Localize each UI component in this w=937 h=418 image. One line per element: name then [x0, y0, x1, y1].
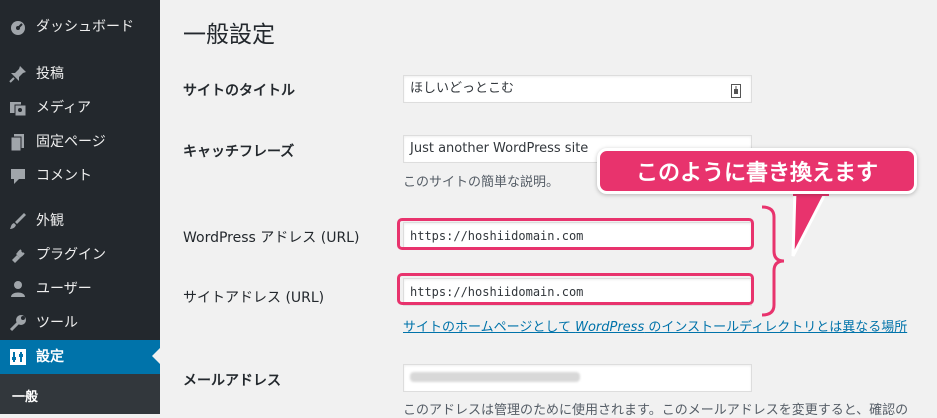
submenu-item-general[interactable]: 一般	[12, 386, 38, 405]
menu-label: コメント	[36, 168, 92, 184]
site-title-label: サイトのタイトル	[183, 83, 295, 99]
callout-tail	[791, 190, 829, 257]
comment-icon	[9, 167, 27, 185]
menu-label: プラグイン	[36, 247, 106, 263]
site-address-help-link[interactable]: サイトのホームページとして WordPress のインストールディレクトリとは異…	[403, 316, 907, 335]
dashboard-icon	[9, 18, 27, 36]
menu-settings[interactable]: 設定	[0, 340, 160, 374]
menu-label: メディア	[36, 100, 92, 116]
menu-label: ユーザー	[36, 281, 92, 297]
menu-label: 外観	[36, 213, 64, 229]
menu-appearance[interactable]: 外観	[0, 204, 160, 238]
wp-address-highlight	[397, 218, 754, 250]
wp-address-label: WordPress アドレス (URL)	[183, 230, 360, 246]
site-address-label: サイトアドレス (URL)	[183, 290, 325, 306]
menu-label: 投稿	[36, 66, 64, 82]
current-menu-arrow	[152, 348, 160, 364]
site-title-input[interactable]: ほしいどっとこむ	[403, 75, 752, 103]
link-text: サイトのホームページとして	[403, 320, 576, 335]
callout-text: このように書き換えます	[635, 161, 878, 186]
email-description: このアドレスは管理のために使用されます。このメールアドレスを変更すると、確認の	[403, 403, 909, 418]
pin-icon	[9, 65, 27, 83]
settings-icon	[9, 348, 27, 366]
link-text-wp: WordPress	[575, 320, 645, 335]
tagline-description: このサイトの簡単な説明。	[403, 175, 560, 190]
autofill-icon	[731, 82, 741, 102]
appearance-icon	[9, 212, 27, 230]
menu-plugins[interactable]: プラグイン	[0, 238, 160, 272]
site-address-highlight	[397, 273, 754, 305]
email-value-blurred	[410, 372, 580, 382]
menu-label: ダッシュボード	[36, 19, 134, 35]
page-icon	[9, 133, 27, 151]
page-title: 一般設定	[183, 22, 275, 48]
tagline-label: キャッチフレーズ	[183, 144, 295, 160]
menu-posts[interactable]: 投稿	[0, 57, 160, 91]
wrench-icon	[9, 314, 27, 332]
menu-pages[interactable]: 固定ページ	[0, 125, 160, 159]
settings-submenu: 一般	[0, 374, 160, 414]
menu-label: ツール	[36, 315, 78, 331]
plugin-icon	[9, 246, 27, 264]
callout-bubble: このように書き換えます	[597, 148, 917, 194]
tagline-value: Just another WordPress site	[410, 141, 589, 156]
menu-users[interactable]: ユーザー	[0, 272, 160, 306]
menu-dashboard[interactable]: ダッシュボード	[0, 10, 160, 44]
media-icon	[9, 99, 27, 117]
admin-sidebar: ダッシュボード 投稿 メディア 固定ページ コメント 外観 プラグイン ユーザー…	[0, 0, 160, 414]
email-label: メールアドレス	[183, 373, 281, 389]
menu-media[interactable]: メディア	[0, 91, 160, 125]
site-title-value: ほしいどっとこむ	[410, 81, 515, 96]
menu-label: 設定	[36, 349, 64, 365]
link-text: のインストールディレクトリとは異なる場所	[644, 320, 908, 335]
menu-tools[interactable]: ツール	[0, 306, 160, 340]
user-icon	[9, 280, 27, 298]
menu-label: 固定ページ	[36, 134, 106, 150]
menu-comments[interactable]: コメント	[0, 159, 160, 193]
